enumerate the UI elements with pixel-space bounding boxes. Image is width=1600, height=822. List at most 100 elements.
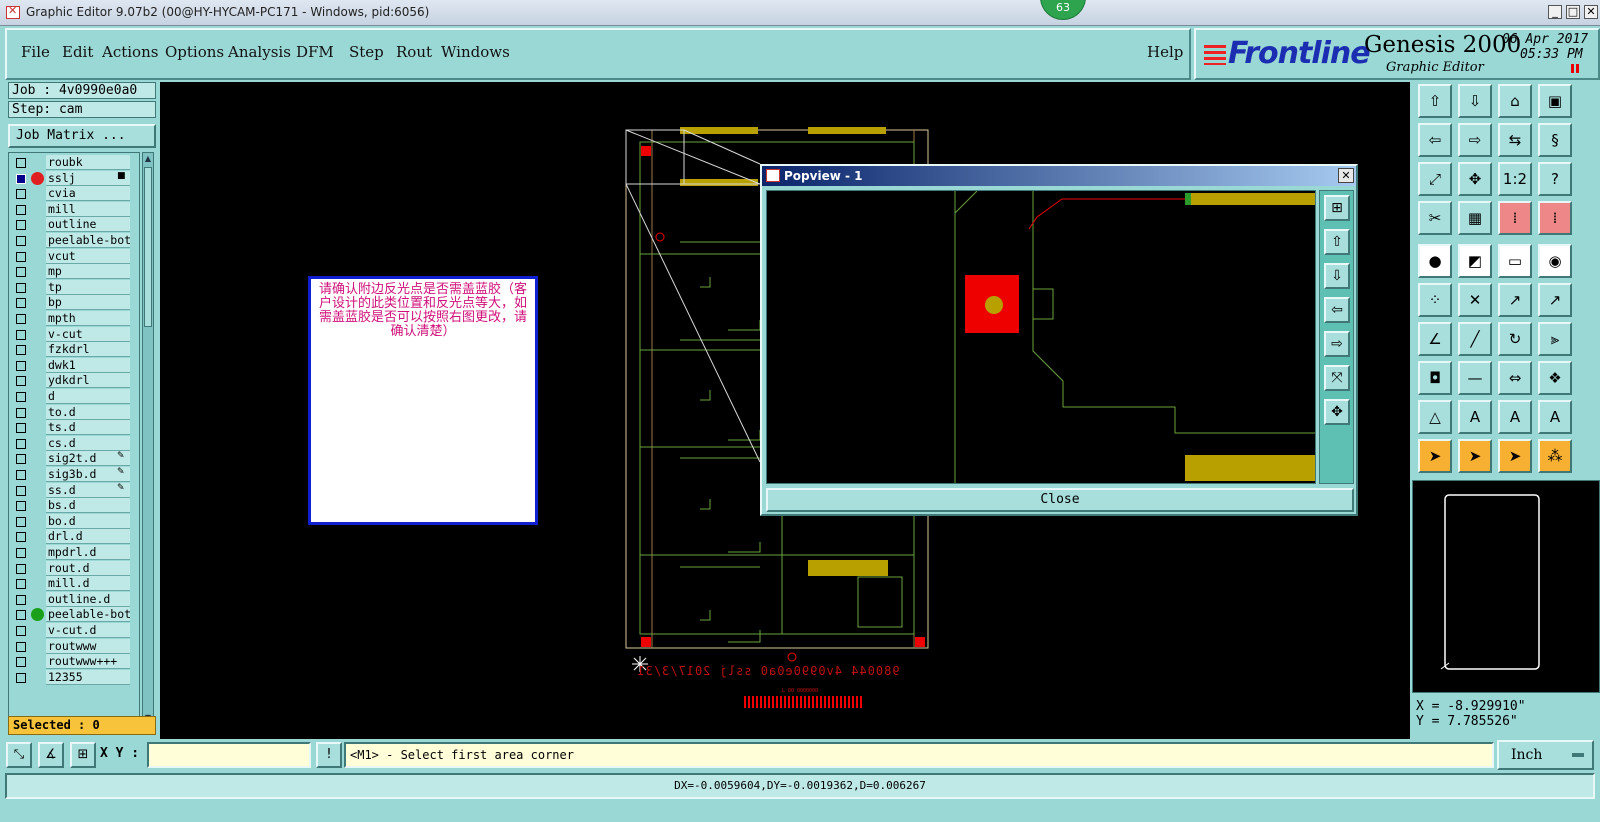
- layer-checkbox[interactable]: [16, 579, 26, 590]
- layer-row[interactable]: drl.d: [9, 529, 139, 545]
- layer-row[interactable]: 12355: [9, 669, 139, 686]
- menu-analysis[interactable]: Analysis: [228, 43, 291, 61]
- layer-row[interactable]: peelable-bot: [9, 233, 139, 249]
- layer-row[interactable]: mill: [9, 201, 139, 218]
- layer-row[interactable]: mp: [9, 264, 139, 280]
- pan-left-icon[interactable]: ⇦: [1418, 123, 1452, 157]
- layer-name[interactable]: peelable-bot: [46, 607, 130, 623]
- layer-name[interactable]: cvia: [46, 186, 130, 202]
- layer-checkbox[interactable]: [16, 345, 26, 356]
- layer-name[interactable]: 12355: [46, 669, 130, 685]
- layer-checkbox[interactable]: [16, 329, 26, 340]
- popview-close-button[interactable]: Close: [766, 488, 1354, 512]
- layer-name[interactable]: d: [46, 389, 130, 404]
- connect-points-icon[interactable]: ⁘: [1418, 283, 1452, 317]
- group-icon[interactable]: ❖: [1538, 361, 1572, 395]
- menu-rout[interactable]: Rout: [396, 43, 432, 61]
- layer-name[interactable]: bo.d: [46, 513, 130, 529]
- layer-row[interactable]: routwww+++: [9, 654, 139, 670]
- menu-help[interactable]: Help: [1147, 43, 1183, 61]
- layer-name[interactable]: peelable-bot: [46, 233, 130, 248]
- layer-checkbox[interactable]: [16, 158, 26, 168]
- xy-input[interactable]: [147, 742, 311, 768]
- layer-row[interactable]: bs.d: [9, 498, 139, 514]
- layer-checkbox[interactable]: [16, 376, 26, 387]
- layer-name[interactable]: roubk: [46, 155, 130, 170]
- layer-checkbox[interactable]: [16, 204, 26, 215]
- layer-row[interactable]: mill.d: [9, 576, 139, 592]
- layer-checkbox[interactable]: [16, 501, 26, 512]
- zoom-fit-icon[interactable]: ⤢: [1418, 162, 1452, 196]
- mirror-icon[interactable]: ⫸: [1538, 322, 1572, 356]
- layer-row[interactable]: v-cut.d: [9, 623, 139, 639]
- redraw-icon[interactable]: §: [1538, 123, 1572, 157]
- maximize-button[interactable]: □: [1566, 5, 1580, 19]
- layer-checkbox[interactable]: [16, 407, 26, 418]
- layer-row[interactable]: ts.d: [9, 420, 139, 436]
- layer-name[interactable]: vcut: [46, 248, 130, 264]
- select-box-icon[interactable]: ➤: [1458, 439, 1492, 473]
- layer-checkbox[interactable]: [16, 438, 26, 449]
- layer-row[interactable]: vcut: [9, 248, 139, 265]
- layer-checkbox[interactable]: [16, 189, 26, 200]
- angle-line-icon[interactable]: ∠: [1418, 322, 1452, 356]
- layer-name[interactable]: bp: [46, 295, 130, 311]
- layer-checkbox[interactable]: [16, 314, 26, 324]
- menu-edit[interactable]: Edit: [62, 43, 93, 61]
- popview-center-icon[interactable]: ✥: [1324, 399, 1350, 425]
- layer-checkbox[interactable]: [16, 626, 26, 636]
- layer-name[interactable]: ydkdrl: [46, 373, 130, 389]
- layer-checkbox[interactable]: [16, 672, 26, 683]
- select-arrow-icon[interactable]: ➤: [1418, 439, 1452, 473]
- layer-checkbox[interactable]: [16, 173, 26, 184]
- popview-pan-up-icon[interactable]: ⇧: [1324, 229, 1350, 255]
- layer-name[interactable]: routwww: [46, 638, 130, 654]
- layer-checkbox[interactable]: [16, 220, 26, 231]
- layer-checkbox[interactable]: [16, 267, 26, 278]
- select-net-icon[interactable]: ⁂: [1538, 439, 1572, 473]
- snap-blue-icon[interactable]: ⁞: [1538, 201, 1572, 235]
- layer-row[interactable]: to.d: [9, 404, 139, 421]
- layer-checkbox[interactable]: [16, 532, 26, 543]
- pan-right-icon[interactable]: ⇨: [1458, 123, 1492, 157]
- layer-row[interactable]: outline: [9, 217, 139, 233]
- layer-name[interactable]: tp: [46, 279, 130, 295]
- text-a-icon[interactable]: A: [1458, 400, 1492, 434]
- layer-row[interactable]: rout.d: [9, 560, 139, 577]
- stretch-icon[interactable]: ↗: [1538, 283, 1572, 317]
- layer-checkbox[interactable]: [16, 516, 26, 527]
- horizontal-line-icon[interactable]: —: [1458, 361, 1492, 395]
- layer-row[interactable]: d: [9, 389, 139, 405]
- layer-name[interactable]: v-cut: [46, 326, 130, 342]
- select-poly-icon[interactable]: ➤: [1498, 439, 1532, 473]
- triangle-icon[interactable]: △: [1418, 400, 1452, 434]
- layer-checkbox[interactable]: [16, 454, 26, 465]
- layer-row[interactable]: ydkdrl: [9, 373, 139, 389]
- layer-row[interactable]: cvia: [9, 186, 139, 202]
- layer-row[interactable]: bo.d: [9, 513, 139, 530]
- layer-row[interactable]: peelable-bot: [9, 607, 139, 623]
- menu-file[interactable]: File: [21, 43, 50, 61]
- layer-checkbox[interactable]: [16, 563, 26, 574]
- menu-options[interactable]: Options: [165, 43, 224, 61]
- zoom-window-icon[interactable]: ▣: [1538, 84, 1572, 118]
- layer-row[interactable]: bp: [9, 295, 139, 311]
- select-pad-icon[interactable]: ◘: [1418, 361, 1452, 395]
- measure-ruler-icon[interactable]: ✂: [1418, 201, 1452, 235]
- ruler-icon[interactable]: ▭: [1498, 244, 1532, 278]
- layer-checkbox[interactable]: [16, 470, 26, 480]
- popview-titlebar[interactable]: Popview - 1: [762, 166, 1356, 186]
- pan-down-icon[interactable]: ⇩: [1458, 84, 1492, 118]
- layer-checkbox[interactable]: [16, 251, 26, 262]
- layer-name[interactable]: to.d: [46, 404, 130, 420]
- add-feature-icon[interactable]: ●: [1418, 244, 1452, 278]
- layer-row[interactable]: outline.d: [9, 591, 139, 608]
- draw-line-icon[interactable]: ╱: [1458, 322, 1492, 356]
- layer-name[interactable]: drl.d: [46, 529, 130, 545]
- snap-angle-icon[interactable]: ∡: [38, 742, 64, 768]
- layer-checkbox[interactable]: [16, 657, 26, 668]
- snap-red-icon[interactable]: ⁞: [1498, 201, 1532, 235]
- minimap[interactable]: [1412, 480, 1600, 693]
- layer-name[interactable]: dwk1: [46, 357, 130, 373]
- help-query-icon[interactable]: ?: [1538, 162, 1572, 196]
